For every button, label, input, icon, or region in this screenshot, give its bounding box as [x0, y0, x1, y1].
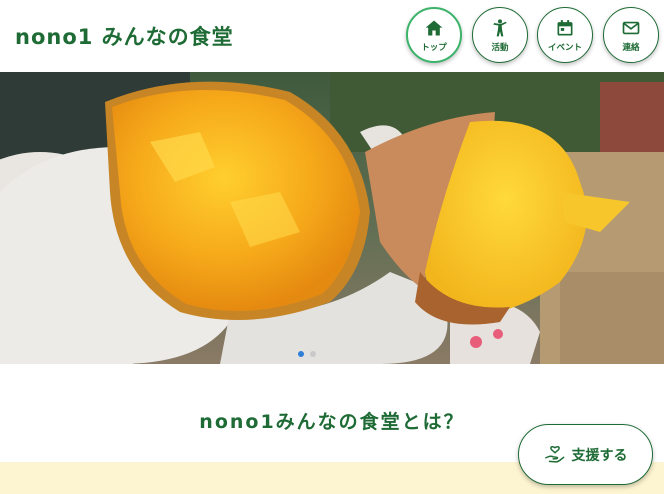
- nav-event-label: イベント: [547, 42, 582, 53]
- site-title[interactable]: nono1 みんなの食堂: [15, 21, 234, 51]
- support-button-label: 支援する: [571, 447, 628, 464]
- nav-top-label: トップ: [421, 42, 447, 53]
- nav-activity-label: 活動: [491, 42, 509, 53]
- nav-contact-button[interactable]: 連絡: [603, 7, 659, 63]
- person-activity-icon: [493, 18, 507, 36]
- nav-top-button[interactable]: トップ: [406, 7, 462, 63]
- nav-activity-button[interactable]: 活動: [472, 7, 528, 63]
- carousel-dot-2[interactable]: [310, 351, 316, 357]
- calendar-icon: [557, 19, 573, 35]
- home-icon: [425, 20, 443, 35]
- roasted-sweet-potatoes-photo: [0, 72, 664, 364]
- hand-heart-icon: [544, 445, 564, 463]
- nav-event-button[interactable]: イベント: [537, 7, 593, 63]
- support-button[interactable]: 支援する: [518, 424, 653, 485]
- nav-contact-label: 連絡: [622, 42, 640, 53]
- mail-icon: [622, 21, 640, 34]
- hero-slideshow[interactable]: [0, 72, 664, 364]
- carousel-dot-1[interactable]: [298, 351, 304, 357]
- site-header: nono1 みんなの食堂 トップ 活動 イベント 連絡: [0, 0, 664, 72]
